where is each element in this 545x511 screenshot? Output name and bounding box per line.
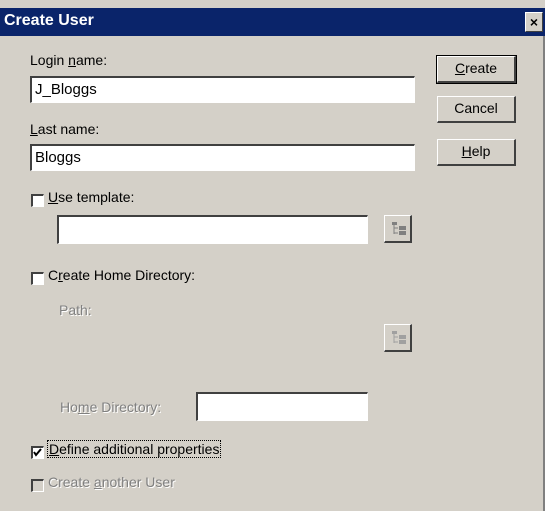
- use-template-label-mnemonic: U: [48, 189, 59, 205]
- template-field[interactable]: [57, 215, 368, 244]
- tree-browse-icon: [392, 222, 406, 235]
- home-directory-label-suffix: e Directory:: [89, 399, 162, 415]
- create-home-directory-checkbox[interactable]: [31, 272, 44, 285]
- create-another-user-label-mnemonic: a: [93, 474, 102, 490]
- help-button-mnemonic: H: [461, 143, 472, 159]
- login-name-label-prefix: Login: [30, 52, 69, 68]
- home-directory-label-mnemonic: m: [77, 399, 90, 415]
- path-browse-button: [384, 324, 412, 352]
- cancel-button[interactable]: Cancel: [437, 96, 516, 123]
- home-directory-label-prefix: Ho: [60, 399, 78, 415]
- define-additional-properties-checkbox[interactable]: [31, 446, 44, 459]
- create-user-dialog: Create User × Login name: J_Bloggs Last …: [0, 0, 545, 511]
- title-bar[interactable]: Create User ×: [0, 8, 545, 36]
- home-directory-label: Home Directory:: [60, 399, 161, 415]
- create-button-mnemonic: C: [454, 60, 466, 76]
- tree-browse-icon: [392, 331, 406, 344]
- create-home-directory-label-suffix: eate Home Directory:: [62, 267, 196, 283]
- use-template-label-suffix: se template:: [58, 189, 135, 205]
- help-button-label-suffix: elp: [471, 143, 491, 159]
- template-browse-button[interactable]: [384, 215, 412, 243]
- create-another-user-label-prefix: Create: [48, 474, 94, 490]
- create-button-label-suffix: reate: [465, 60, 498, 76]
- path-label: Path:: [59, 302, 92, 318]
- login-name-field[interactable]: J_Bloggs: [30, 76, 415, 103]
- last-name-label: Last name:: [30, 121, 99, 137]
- create-button[interactable]: Create: [436, 55, 517, 84]
- define-additional-properties-label[interactable]: Define additional properties: [47, 440, 222, 458]
- last-name-label-mnemonic: L: [30, 121, 38, 137]
- checkmark-icon: [33, 448, 42, 457]
- use-template-checkbox[interactable]: [31, 194, 44, 207]
- use-template-label[interactable]: Use template:: [48, 189, 134, 205]
- create-another-user-label: Create another User: [48, 474, 175, 490]
- home-directory-field[interactable]: [196, 392, 368, 421]
- close-button[interactable]: ×: [525, 12, 543, 32]
- login-name-label: Login name:: [30, 52, 107, 68]
- define-additional-properties-label-mnemonic: D: [49, 441, 60, 457]
- close-icon: ×: [529, 14, 539, 30]
- focus-rectangle: Define additional properties: [47, 440, 222, 458]
- create-another-user-checkbox: [31, 479, 44, 492]
- help-button[interactable]: Help: [437, 139, 516, 166]
- dialog-title: Create User: [4, 12, 94, 29]
- create-another-user-label-suffix: nother User: [101, 474, 175, 490]
- define-additional-properties-label-suffix: efine additional properties: [59, 441, 220, 457]
- last-name-field[interactable]: Bloggs: [30, 144, 415, 171]
- create-home-directory-label[interactable]: Create Home Directory:: [48, 267, 195, 283]
- last-name-label-suffix: ast name:: [37, 121, 100, 137]
- create-home-directory-label-prefix: C: [48, 267, 59, 283]
- login-name-label-suffix: ame:: [75, 52, 108, 68]
- login-name-label-mnemonic: n: [68, 52, 76, 68]
